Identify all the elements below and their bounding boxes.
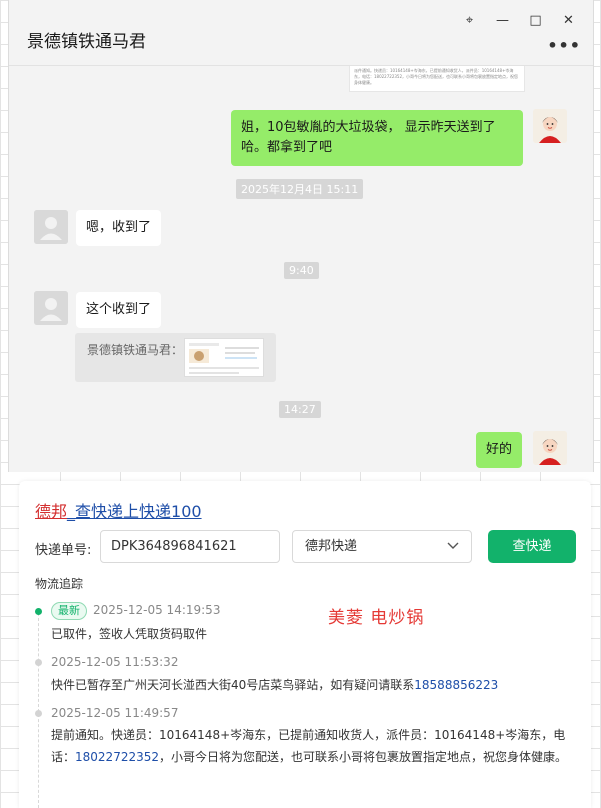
kuaidi100-link[interactable]: _查快递上快递100 xyxy=(67,502,202,521)
timeline-dot-latest xyxy=(35,608,42,615)
my-avatar[interactable] xyxy=(533,109,567,143)
timeline-event-time: 最新 2025-12-05 14:19:53 xyxy=(51,602,220,620)
message-incoming: 这个收到了 xyxy=(76,292,162,328)
maximize-icon[interactable]: □ xyxy=(519,8,552,32)
default-user-icon xyxy=(34,210,68,244)
timeline-event-time: 2025-12-05 11:53:32 xyxy=(51,655,179,669)
my-avatar[interactable] xyxy=(533,431,567,465)
quote-sender: 景德镇铁通马君： xyxy=(87,343,184,357)
contact-avatar[interactable] xyxy=(34,210,68,244)
phone-link[interactable]: 18022722352 xyxy=(75,750,159,764)
close-icon[interactable]: ✕ xyxy=(552,8,585,32)
message-outgoing: 好的 xyxy=(476,432,523,468)
minimize-icon[interactable]: — xyxy=(486,8,519,32)
chevron-down-icon xyxy=(447,531,459,574)
timeline-event-desc: 已取件，签收人凭取货码取件 xyxy=(51,627,208,641)
message-bubble[interactable]: 姐，10包敏胤的大垃圾袋， 显示昨天送到了哈。都拿到了吧 xyxy=(231,110,523,166)
carrier-brand-link[interactable]: 德邦 xyxy=(35,502,67,521)
cartoon-avatar-icon xyxy=(533,109,567,143)
timeline-event-desc: 快件已暂存至广州天河长湴西大街40号店菜鸟驿站，如有疑问请联系185888562… xyxy=(51,678,499,692)
message-incoming: 嗯，收到了 xyxy=(76,210,162,246)
carrier-select[interactable]: 德邦快递 xyxy=(292,530,472,563)
quoted-image-thumbnail[interactable] xyxy=(184,338,264,377)
query-express-button[interactable]: 查快递 xyxy=(488,530,576,563)
timeline-dot xyxy=(35,710,42,717)
tracking-number-label: 快递单号: xyxy=(35,543,92,558)
latest-badge: 最新 xyxy=(51,602,87,620)
quoted-message[interactable]: 景德镇铁通马君： xyxy=(75,333,276,382)
cartoon-avatar-icon xyxy=(533,431,567,465)
logistics-tracking-title: 物流追踪 xyxy=(35,577,84,591)
timestamp: 2025年12月4日 15:11 xyxy=(236,179,364,199)
screenshot-thumbnail-icon xyxy=(189,343,259,374)
message-bubble[interactable]: 好的 xyxy=(476,432,523,468)
more-options-icon[interactable]: ••• xyxy=(547,36,581,55)
message-bubble[interactable]: 嗯，收到了 xyxy=(76,210,162,246)
tracking-number-input[interactable]: DPK364896841621 xyxy=(100,530,280,563)
title-bar: 景德镇铁通马君 ⌖ — □ ✕ ••• xyxy=(9,0,593,66)
tracking-header: 德邦_查快递上快递100 xyxy=(35,498,202,522)
express-tracking-card: 德邦_查快递上快递100 快递单号: DPK364896841621 德邦快递 … xyxy=(19,481,591,808)
pin-icon[interactable]: ⌖ xyxy=(453,8,486,32)
timestamp: 9:40 xyxy=(284,262,319,279)
timeline-event-time: 2025-12-05 11:49:57 xyxy=(51,706,179,720)
timeline-dot xyxy=(35,659,42,666)
carrier-select-value: 德邦快递 xyxy=(305,539,358,554)
chat-window: 景德镇铁通马君 ⌖ — □ ✕ ••• 派件通知。快递员：10164148+岑海… xyxy=(8,0,594,472)
previous-image-message[interactable]: 派件通知。快递员：10164148+岑海东，已提前通知收货人，派件员：10164… xyxy=(349,66,525,92)
message-bubble[interactable]: 这个收到了 xyxy=(76,292,162,328)
timeline-event-desc: 提前通知。快递员：10164148+岑海东，已提前通知收货人，派件员：10164… xyxy=(51,728,568,764)
phone-link[interactable]: 18588856223 xyxy=(414,678,498,692)
chat-title: 景德镇铁通马君 xyxy=(27,32,146,52)
contact-avatar[interactable] xyxy=(34,291,68,325)
window-controls: ⌖ — □ ✕ xyxy=(453,8,585,32)
default-user-icon xyxy=(34,291,68,325)
message-outgoing: 姐，10包敏胤的大垃圾袋， 显示昨天送到了哈。都拿到了吧 xyxy=(231,110,523,166)
timestamp: 14:27 xyxy=(279,401,321,418)
